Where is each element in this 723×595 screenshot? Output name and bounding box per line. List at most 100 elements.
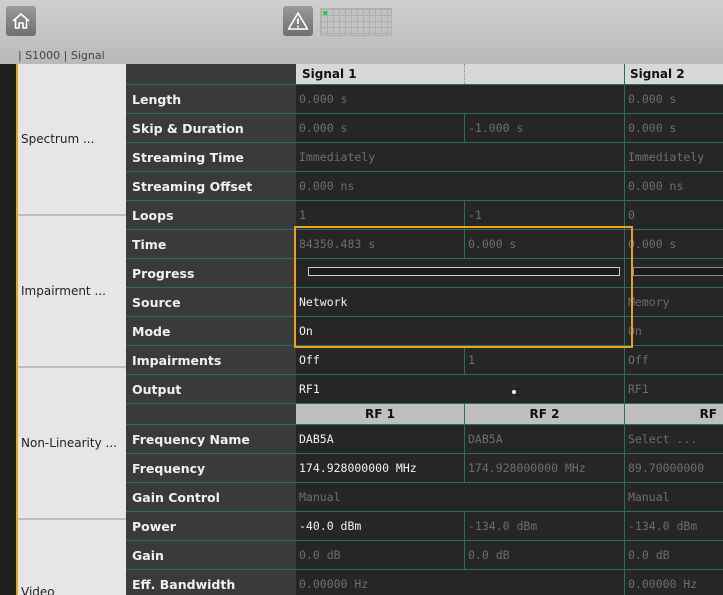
streaming-time-signal2[interactable]: Immediately	[624, 143, 723, 171]
status-grid[interactable]	[320, 8, 392, 36]
row-label: Power	[126, 512, 296, 540]
streaming-offset-signal2[interactable]: 0.000 ns	[624, 172, 723, 200]
nav-section-impairment[interactable]: Impairment ...	[18, 216, 126, 366]
progress-bar-signal1	[308, 267, 620, 276]
impairments-signal1-b[interactable]: 1	[464, 346, 624, 374]
table-header-row: Signal 1 Signal 2	[126, 64, 723, 85]
time-signal1-b: 0.000 s	[464, 230, 624, 258]
duration-signal1[interactable]: -1.000 s	[464, 114, 624, 142]
progress-bar-signal2	[633, 267, 723, 276]
row-label: Mode	[126, 317, 296, 345]
table-row-progress: Progress	[126, 259, 723, 288]
signal-table: Signal 1 Signal 2 Length 0.000 s 0.000 s…	[126, 64, 723, 595]
impairments-signal1[interactable]: Off	[296, 346, 464, 374]
time-signal1: 84350.483 s	[296, 230, 464, 258]
table-row-source: Source Network Memory	[126, 288, 723, 317]
row-label: Frequency Name	[126, 425, 296, 453]
nav-label: Spectrum ...	[21, 132, 95, 146]
nav-section-video[interactable]: Video	[18, 520, 126, 595]
impairments-signal2[interactable]: Off	[624, 346, 723, 374]
home-icon	[12, 13, 30, 29]
length-signal1[interactable]: 0.000 s	[296, 85, 624, 113]
output-signal1[interactable]: RF1	[296, 375, 624, 403]
top-toolbar: | S1000 | Signal	[0, 0, 723, 64]
progress-cell-signal1	[296, 259, 624, 287]
rf-header-spacer	[126, 404, 296, 424]
table-row-time: Time 84350.483 s 0.000 s 0.000 s	[126, 230, 723, 259]
nav-section-spectrum[interactable]: Spectrum ...	[18, 64, 126, 214]
power-rf1[interactable]: -40.0 dBm	[296, 512, 464, 540]
eff-bandwidth-rf3[interactable]: 0.00000 Hz	[624, 570, 723, 595]
frequency-name-rf1[interactable]: DAB5A	[296, 425, 464, 453]
table-row-streaming-offset: Streaming Offset 0.000 ns 0.000 ns	[126, 172, 723, 201]
output-signal2[interactable]: RF1	[624, 375, 723, 403]
streaming-offset-signal1[interactable]: 0.000 ns	[296, 172, 624, 200]
home-button[interactable]	[6, 6, 36, 36]
nav-label: Impairment ...	[21, 284, 106, 298]
table-row-gain-control: Gain Control Manual Manual	[126, 483, 723, 512]
nav-label: Non-Linearity ...	[21, 436, 117, 450]
loops-signal1[interactable]: 1	[296, 201, 464, 229]
frequency-rf3[interactable]: 89.70000000	[624, 454, 723, 482]
table-row-impairments: Impairments Off 1 Off	[126, 346, 723, 375]
rf2-header[interactable]: RF 2	[464, 404, 624, 424]
table-row-frequency: Frequency 174.928000000 MHz 174.92800000…	[126, 454, 723, 483]
status-indicator	[323, 11, 327, 15]
skip-signal2[interactable]: 0.000 s	[624, 114, 723, 142]
gain-control-rf3[interactable]: Manual	[624, 483, 723, 511]
signal2-header[interactable]: Signal 2	[624, 64, 723, 84]
gain-rf3[interactable]: 0.0 dB	[624, 541, 723, 569]
row-label: Loops	[126, 201, 296, 229]
frequency-rf1[interactable]: 174.928000000 MHz	[296, 454, 464, 482]
warning-icon	[287, 12, 309, 30]
eff-bandwidth-rf1[interactable]: 0.00000 Hz	[296, 570, 624, 595]
gain-rf2[interactable]: 0.0 dB	[464, 541, 624, 569]
header-spacer	[126, 64, 296, 84]
length-signal2[interactable]: 0.000 s	[624, 85, 723, 113]
frequency-rf2[interactable]: 174.928000000 MHz	[464, 454, 624, 482]
warning-button[interactable]	[283, 6, 313, 36]
table-row-frequency-name: Frequency Name DAB5A DAB5A Select ...	[126, 425, 723, 454]
progress-cell-signal2	[624, 259, 723, 287]
signal1-header-ext	[464, 64, 624, 84]
row-label: Output	[126, 375, 296, 403]
rf3-header[interactable]: RF	[624, 404, 723, 424]
mode-signal1[interactable]: On	[296, 317, 624, 345]
table-row-output: Output RF1 RF1	[126, 375, 723, 404]
row-label: Gain	[126, 541, 296, 569]
table-row-loops: Loops 1 -1 0	[126, 201, 723, 230]
frequency-name-rf3[interactable]: Select ...	[624, 425, 723, 453]
rf1-header[interactable]: RF 1	[296, 404, 464, 424]
gain-control-rf1[interactable]: Manual	[296, 483, 624, 511]
breadcrumb: | S1000 | Signal	[18, 49, 105, 62]
frequency-name-rf2[interactable]: DAB5A	[464, 425, 624, 453]
row-label: Eff. Bandwidth	[126, 570, 296, 595]
power-rf3[interactable]: -134.0 dBm	[624, 512, 723, 540]
row-label: Time	[126, 230, 296, 258]
row-label: Length	[126, 85, 296, 113]
table-row-eff-bandwidth: Eff. Bandwidth 0.00000 Hz 0.00000 Hz	[126, 570, 723, 595]
impairments-count: 1	[468, 353, 475, 367]
signal1-header[interactable]: Signal 1	[296, 64, 464, 84]
row-label: Frequency	[126, 454, 296, 482]
loops-signal2[interactable]: 0	[624, 201, 723, 229]
mode-signal2[interactable]: On	[624, 317, 723, 345]
row-label: Streaming Time	[126, 143, 296, 171]
source-signal1[interactable]: Network	[296, 288, 624, 316]
row-label: Progress	[126, 259, 296, 287]
mouse-cursor	[512, 390, 516, 394]
row-label: Source	[126, 288, 296, 316]
source-signal2[interactable]: Memory	[624, 288, 723, 316]
nav-label: Video	[21, 585, 55, 595]
loops-signal1-b[interactable]: -1	[464, 201, 624, 229]
table-row-skip-duration: Skip & Duration 0.000 s -1.000 s 0.000 s	[126, 114, 723, 143]
power-rf2[interactable]: -134.0 dBm	[464, 512, 624, 540]
streaming-time-signal1[interactable]: Immediately	[296, 143, 624, 171]
row-label: Skip & Duration	[126, 114, 296, 142]
row-label: Streaming Offset	[126, 172, 296, 200]
gain-rf1[interactable]: 0.0 dB	[296, 541, 464, 569]
skip-signal1[interactable]: 0.000 s	[296, 114, 464, 142]
nav-section-non-linearity[interactable]: Non-Linearity ...	[18, 368, 126, 518]
time-signal2: 0.000 s	[624, 230, 723, 258]
table-rf-header-row: RF 1 RF 2 RF	[126, 404, 723, 425]
